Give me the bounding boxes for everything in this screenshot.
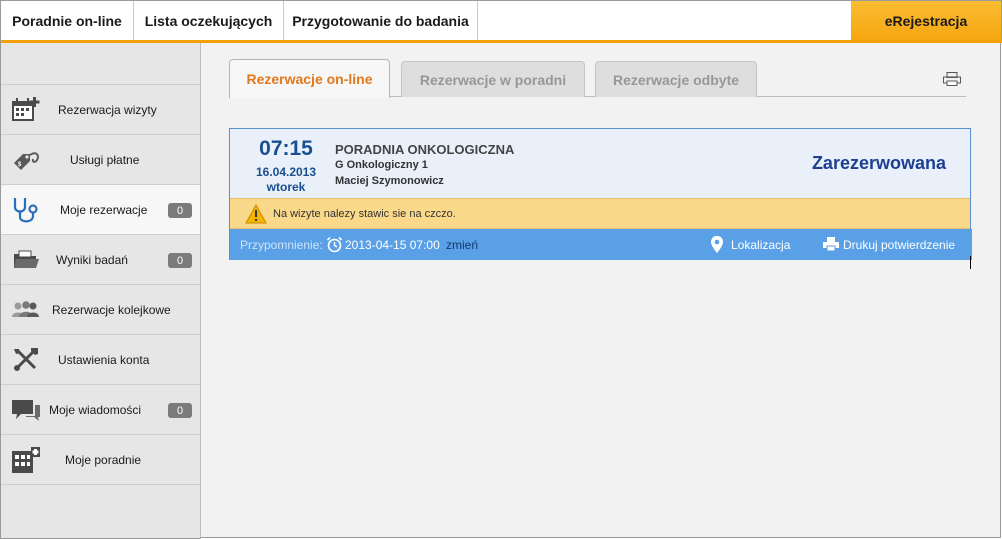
sidebar-item-label: Usługi płatne	[70, 153, 140, 167]
reservation-weekday: wtorek	[266, 180, 306, 194]
location-link[interactable]: Lokalizacja	[731, 229, 790, 260]
print-icon[interactable]	[943, 72, 961, 86]
tab-rezerwacje-w-poradni[interactable]: Rezerwacje w poradni	[401, 61, 585, 97]
sidebar-item-rezerwacja-wizyty[interactable]: Rezerwacja wizyty	[1, 85, 200, 135]
warning-banner: Na wizyte nalezy stawic sie na czczo.	[230, 198, 970, 229]
reservation-tabs: Rezerwacje on-line Rezerwacje w poradni …	[229, 59, 966, 98]
nav-tab-erejestracja[interactable]: eRejestracja	[851, 1, 1001, 41]
sidebar-item-label: Rezerwacje kolejkowe	[52, 303, 171, 317]
sidebar-item-moje-poradnie[interactable]: Moje poradnie	[1, 435, 200, 485]
print-confirmation-link[interactable]: Drukuj potwierdzenie	[843, 229, 955, 260]
nav-tab-lista-oczekujacych[interactable]: Lista oczekujących	[134, 1, 284, 41]
print-icon[interactable]	[823, 237, 839, 251]
sidebar-item-uslugi-platne[interactable]: $ Usługi płatne	[1, 135, 200, 185]
clinic-name: PORADNIA ONKOLOGICZNA	[335, 142, 515, 157]
calendar-add-icon	[12, 97, 40, 121]
reminder-datetime: 2013-04-15 07:00	[345, 237, 440, 252]
reservation-card: 07:15 16.04.2013 wtorek PORADNIA ONKOLOG…	[229, 128, 972, 260]
count-badge: 0	[168, 203, 192, 218]
tools-icon	[14, 348, 38, 371]
clinic-unit: G Onkologiczny 1	[335, 159, 428, 171]
stethoscope-icon	[13, 198, 38, 223]
reservation-footer: Przypomnienie: 2013-04-15 07:00 zmień Lo…	[230, 229, 972, 260]
reservation-status: Zarezerwowana	[811, 153, 946, 173]
sidebar-item-moje-wiadomosci[interactable]: Moje wiadomości 0	[1, 385, 200, 435]
nav-tab-poradnie[interactable]: Poradnie on-line	[1, 1, 134, 41]
sidebar: Rezerwacja wizyty $ Usługi płatne Moje r…	[0, 43, 201, 539]
reminder-label: Przypomnienie:	[240, 237, 323, 252]
text-cursor	[970, 256, 971, 269]
sidebar-item-ustawienia-konta[interactable]: Ustawienia konta	[1, 335, 200, 385]
count-badge: 0	[168, 403, 192, 418]
sidebar-item-label: Moje rezerwacje	[60, 203, 148, 217]
sidebar-item-moje-rezerwacje[interactable]: Moje rezerwacje 0	[1, 185, 200, 235]
top-navigation: Poradnie on-line Lista oczekujących Przy…	[0, 0, 1002, 43]
tab-rezerwacje-odbyte[interactable]: Rezerwacje odbyte	[595, 61, 757, 97]
main-content: Rezerwacje on-line Rezerwacje w poradni …	[201, 43, 1001, 538]
sidebar-item-label: Ustawienia konta	[58, 353, 150, 367]
sidebar-item-wyniki-badan[interactable]: Wyniki badań 0	[1, 235, 200, 285]
reservation-time: 07:15	[259, 137, 313, 160]
people-queue-icon	[12, 301, 39, 317]
nav-tab-przygotowanie[interactable]: Przygotowanie do badania	[284, 1, 478, 41]
building-icon	[12, 447, 40, 473]
reservation-date: 16.04.2013	[255, 165, 317, 179]
count-badge: 0	[168, 253, 192, 268]
alarm-clock-icon	[326, 236, 343, 253]
sidebar-item-label: Moje wiadomości	[49, 403, 142, 417]
sidebar-header	[1, 43, 200, 85]
sidebar-item-rezerwacje-kolejkowe[interactable]: Rezerwacje kolejkowe	[1, 285, 200, 335]
sidebar-item-label: Rezerwacja wizyty	[58, 103, 157, 117]
warning-icon	[245, 204, 267, 224]
warning-text: Na wizyte nalezy stawic sie na czczo.	[273, 207, 456, 220]
change-reminder-link[interactable]: zmień	[446, 229, 478, 260]
sidebar-item-label: Moje poradnie	[65, 453, 142, 467]
chat-bubbles-icon	[12, 400, 40, 421]
sidebar-item-label: Wyniki badań	[56, 253, 128, 267]
doctor-name: Maciej Szymonowicz	[335, 175, 444, 187]
folder-icon	[14, 250, 39, 268]
location-pin-icon[interactable]	[710, 235, 724, 254]
price-tag-stethoscope-icon: $	[14, 152, 40, 170]
tab-rezerwacje-online[interactable]: Rezerwacje on-line	[229, 59, 390, 98]
